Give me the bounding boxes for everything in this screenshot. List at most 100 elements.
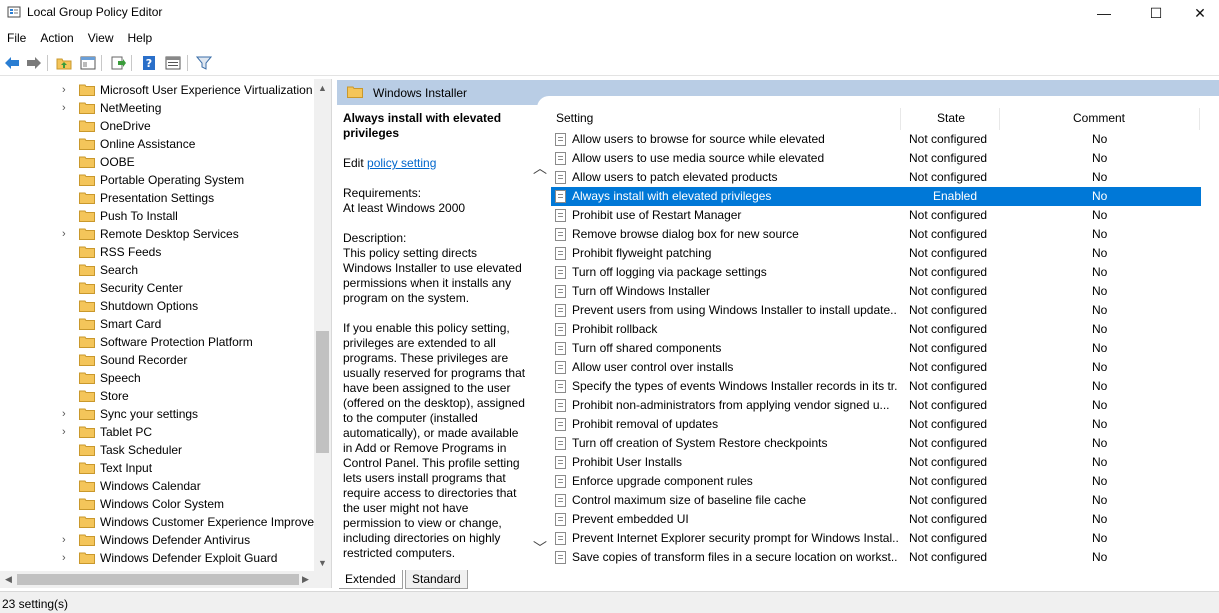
scroll-up-arrow-icon[interactable]: ▲ <box>314 79 331 96</box>
table-row[interactable]: Prevent users from using Windows Install… <box>551 301 1201 320</box>
chevron-right-icon[interactable]: › <box>62 101 72 115</box>
tree-node[interactable]: › Windows Defender Exploit Guard <box>0 549 315 567</box>
console-tree[interactable]: › Microsoft User Experience Virtualizatio… <box>0 79 332 571</box>
tree-node[interactable]: › Sync your settings <box>0 405 315 423</box>
tree-node[interactable]: Online Assistance <box>0 135 315 153</box>
maximize-button[interactable]: ☐ <box>1133 0 1179 26</box>
menu-help[interactable]: Help <box>121 28 160 48</box>
tree-node[interactable]: Push To Install <box>0 207 315 225</box>
menu-view[interactable]: View <box>81 28 121 48</box>
table-row[interactable]: Prohibit removal of updates Not configure… <box>551 415 1201 434</box>
policy-setting-link[interactable]: policy setting <box>367 156 436 170</box>
tab-extended[interactable]: Extended <box>339 570 403 589</box>
tree-node[interactable]: OOBE <box>0 153 315 171</box>
forward-button[interactable] <box>24 53 44 73</box>
tree-node[interactable]: Software Protection Platform <box>0 333 315 351</box>
tree-node[interactable]: › Microsoft User Experience Virtualizatio… <box>0 81 315 99</box>
table-row[interactable]: Prohibit non-administrators from applyin… <box>551 396 1201 415</box>
back-button[interactable] <box>2 53 22 73</box>
setting-cell: Prohibit rollback <box>572 322 658 336</box>
table-row[interactable]: Prohibit use of Restart Manager Not confi… <box>551 206 1201 225</box>
tree-node[interactable]: › Tablet PC <box>0 423 315 441</box>
tree-node[interactable]: Speech <box>0 369 315 387</box>
tree-node[interactable]: Sound Recorder <box>0 351 315 369</box>
column-divider[interactable] <box>999 108 1000 130</box>
tree-node[interactable]: Smart Card <box>0 315 315 333</box>
table-row[interactable]: Prohibit User Installs Not configured No <box>551 453 1201 472</box>
tree-node[interactable]: Windows Color System <box>0 495 315 513</box>
scroll-down-arrow-icon[interactable]: ▼ <box>314 554 331 571</box>
scroll-right-arrow-icon[interactable]: ▶ <box>297 571 314 588</box>
tree-horizontal-scrollbar[interactable]: ◀ ▶ <box>0 571 332 588</box>
table-row[interactable]: Remove browse dialog box for new source N… <box>551 225 1201 244</box>
column-setting[interactable]: Setting <box>556 111 593 125</box>
table-row[interactable]: Save copies of transform files in a secu… <box>551 548 1201 567</box>
column-state[interactable]: State <box>937 111 965 125</box>
show-hide-tree-button[interactable] <box>78 53 98 73</box>
tree-node[interactable]: Task Scheduler <box>0 441 315 459</box>
tree-node[interactable]: › Remote Desktop Services <box>0 225 315 243</box>
filter-button[interactable] <box>194 53 214 73</box>
chevron-right-icon[interactable]: › <box>62 83 72 97</box>
state-cell: Not configured <box>909 379 988 393</box>
table-row[interactable]: Allow users to use media source while el… <box>551 149 1201 168</box>
column-divider[interactable] <box>900 108 901 130</box>
tree-node[interactable]: Store <box>0 387 315 405</box>
tab-standard[interactable]: Standard <box>405 570 468 589</box>
policy-title: Always install with elevated privileges <box>343 111 502 140</box>
table-row[interactable]: Allow users to patch elevated products No… <box>551 168 1201 187</box>
scroll-thumb[interactable] <box>17 574 299 585</box>
tree-node[interactable]: Portable Operating System <box>0 171 315 189</box>
tree-node[interactable]: Text Input <box>0 459 315 477</box>
chevron-right-icon[interactable]: › <box>62 407 72 421</box>
table-row[interactable]: Prevent Internet Explorer security promp… <box>551 529 1201 548</box>
table-row[interactable]: Prohibit flyweight patching Not configure… <box>551 244 1201 263</box>
table-row[interactable]: Turn off creation of System Restore chec… <box>551 434 1201 453</box>
tree-node[interactable]: Search <box>0 261 315 279</box>
column-divider[interactable] <box>1199 108 1200 130</box>
tree-node[interactable]: Presentation Settings <box>0 189 315 207</box>
table-row[interactable]: Allow user control over installs Not conf… <box>551 358 1201 377</box>
state-cell: Not configured <box>909 208 988 222</box>
chevron-up-icon[interactable]: ︿ <box>533 158 547 178</box>
table-row[interactable]: Control maximum size of baseline file ca… <box>551 491 1201 510</box>
table-row[interactable]: Prohibit rollback Not configured No <box>551 320 1201 339</box>
chevron-down-icon[interactable]: ﹀ <box>533 538 547 558</box>
scroll-left-arrow-icon[interactable]: ◀ <box>0 571 17 588</box>
table-row[interactable]: Prevent embedded UI Not configured No <box>551 510 1201 529</box>
chevron-right-icon[interactable]: › <box>62 533 72 547</box>
tree-node[interactable]: Security Center <box>0 279 315 297</box>
help-button[interactable]: ? <box>139 53 159 73</box>
table-row[interactable]: Always install with elevated privileges E… <box>551 187 1201 206</box>
table-row[interactable]: Turn off Windows Installer Not configured… <box>551 282 1201 301</box>
chevron-right-icon[interactable]: › <box>62 227 72 241</box>
tree-vertical-scrollbar[interactable]: ▲ ▼ <box>314 79 331 571</box>
minimize-button[interactable]: — <box>1081 0 1127 26</box>
setting-cell: Enforce upgrade component rules <box>572 474 753 488</box>
close-button[interactable]: ✕ <box>1177 0 1219 26</box>
table-row[interactable]: Allow users to browse for source while e… <box>551 130 1201 149</box>
tree-node[interactable]: Shutdown Options <box>0 297 315 315</box>
export-list-button[interactable] <box>108 53 128 73</box>
chevron-right-icon[interactable]: › <box>62 425 72 439</box>
table-row[interactable]: Turn off shared components Not configured… <box>551 339 1201 358</box>
properties-button[interactable] <box>163 53 183 73</box>
export-list-icon <box>111 56 126 70</box>
menu-file[interactable]: File <box>0 28 33 48</box>
tree-node[interactable]: › NetMeeting <box>0 99 315 117</box>
chevron-right-icon[interactable]: › <box>62 551 72 565</box>
tree-node[interactable]: Windows Customer Experience Improver <box>0 513 318 531</box>
tree-node[interactable]: OneDrive <box>0 117 315 135</box>
setting-cell: Turn off shared components <box>572 341 722 355</box>
tree-node[interactable]: RSS Feeds <box>0 243 315 261</box>
tree-node[interactable]: Windows Calendar <box>0 477 315 495</box>
table-row[interactable]: Enforce upgrade component rules Not confi… <box>551 472 1201 491</box>
column-comment[interactable]: Comment <box>1073 111 1125 125</box>
tree-node-label: Smart Card <box>100 317 162 331</box>
tree-node[interactable]: › Windows Defender Antivirus <box>0 531 315 549</box>
scroll-thumb[interactable] <box>316 331 329 453</box>
menu-action[interactable]: Action <box>33 28 80 48</box>
table-row[interactable]: Specify the types of events Windows Inst… <box>551 377 1201 396</box>
up-folder-button[interactable] <box>54 53 74 73</box>
table-row[interactable]: Turn off logging via package settings Not… <box>551 263 1201 282</box>
